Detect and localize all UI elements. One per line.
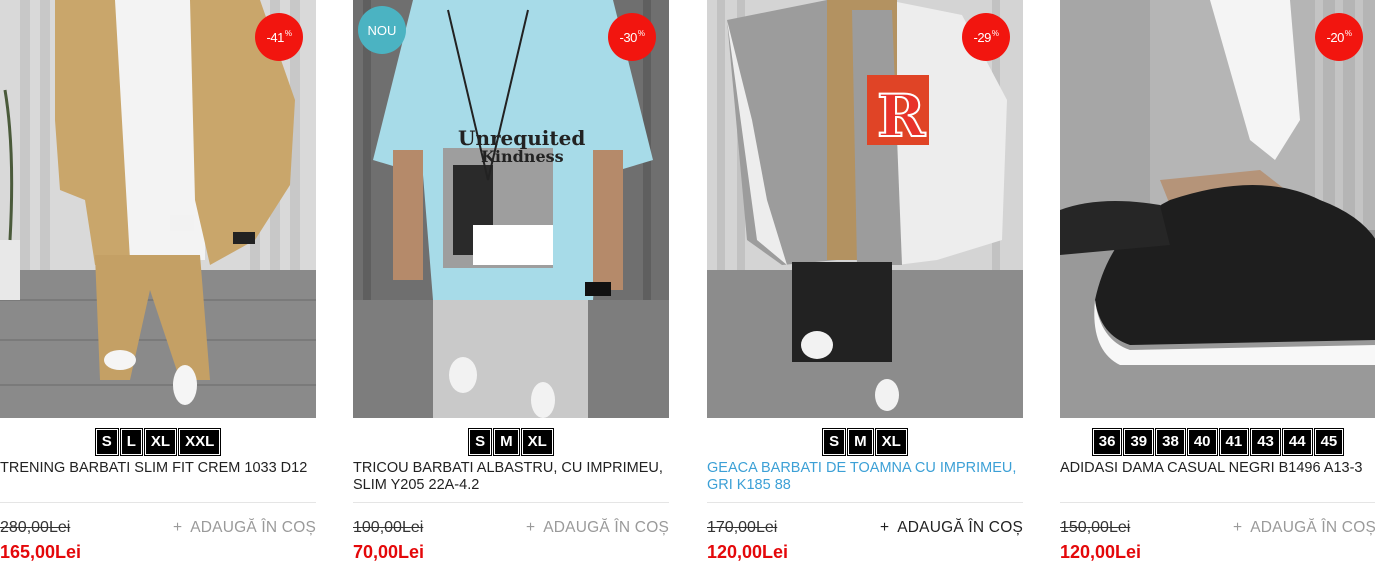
divider: [353, 502, 669, 503]
sale-price: 165,00Lei: [0, 542, 82, 562]
size-options: S L XL XXL: [0, 428, 316, 456]
new-badge: NOU: [358, 6, 406, 54]
size-option[interactable]: 41: [1218, 428, 1250, 456]
plus-icon: +: [1232, 519, 1243, 536]
product-title[interactable]: ADIDASI DAMA CASUAL NEGRI B1496 A13-3: [1060, 460, 1375, 477]
discount-badge: -30%: [608, 13, 656, 61]
discount-badge: -20%: [1315, 13, 1363, 61]
size-option[interactable]: L: [119, 428, 143, 456]
divider: [1060, 502, 1375, 503]
discount-badge: -41%: [255, 13, 303, 61]
size-option[interactable]: XL: [520, 428, 554, 456]
plus-icon: +: [879, 519, 890, 536]
plus-icon: +: [525, 519, 536, 536]
old-price: 150,00Lei: [1060, 519, 1131, 536]
add-to-cart-button[interactable]: + ADAUGĂ ÎN COȘ: [1233, 519, 1375, 537]
product-card[interactable]: -20% 36 39 38 40 41 43 44 45 ADIDASI DAM…: [1060, 0, 1375, 571]
size-option[interactable]: M: [847, 428, 874, 456]
size-options: 36 39 38 40 41 43 44 45: [1060, 428, 1375, 456]
size-option[interactable]: S: [94, 428, 119, 456]
size-option[interactable]: S: [822, 428, 847, 456]
sale-price: 120,00Lei: [1060, 542, 1142, 562]
size-option[interactable]: S: [468, 428, 493, 456]
size-option[interactable]: M: [493, 428, 520, 456]
size-option[interactable]: XL: [874, 428, 908, 456]
jacket-letter: R: [877, 82, 926, 150]
old-price: 100,00Lei: [353, 519, 424, 536]
product-title[interactable]: GEACA BARBATI DE TOAMNA CU IMPRIMEU, GRI…: [707, 460, 1023, 494]
plus-icon: +: [172, 519, 183, 536]
size-option[interactable]: 38: [1155, 428, 1186, 456]
size-option[interactable]: XXL: [178, 428, 222, 456]
size-option[interactable]: 36: [1091, 428, 1123, 456]
sale-price: 70,00Lei: [353, 542, 425, 562]
divider: [707, 502, 1023, 503]
divider: [0, 502, 316, 503]
product-image[interactable]: R: [707, 0, 1023, 418]
product-card[interactable]: -41% S L XL XXL TRENING BARBATI SLIM FIT…: [0, 0, 316, 571]
add-to-cart-button[interactable]: + ADAUGĂ ÎN COȘ: [526, 519, 669, 537]
sale-price: 120,00Lei: [707, 542, 789, 562]
product-image[interactable]: Unrequited Kindness: [353, 0, 669, 418]
size-option[interactable]: 39: [1123, 428, 1155, 456]
add-to-cart-button[interactable]: + ADAUGĂ ÎN COȘ: [173, 519, 316, 537]
product-image[interactable]: [0, 0, 316, 418]
size-option[interactable]: 44: [1281, 428, 1313, 456]
size-option[interactable]: 43: [1250, 428, 1281, 456]
size-option[interactable]: 40: [1186, 428, 1218, 456]
size-option[interactable]: 45: [1313, 428, 1345, 456]
size-options: S M XL: [707, 428, 1023, 456]
old-price: 170,00Lei: [707, 519, 778, 536]
product-title[interactable]: TRICOU BARBATI ALBASTRU, CU IMPRIMEU, SL…: [353, 460, 669, 494]
add-to-cart-button[interactable]: + ADAUGĂ ÎN COȘ: [880, 519, 1023, 537]
product-card[interactable]: R -29% S M XL GEACA BARBATI DE TOAMNA CU…: [707, 0, 1023, 571]
old-price: 280,00Lei: [0, 519, 71, 536]
product-card[interactable]: Unrequited Kindness NOU -30% S M XL TRIC…: [353, 0, 669, 571]
product-title[interactable]: TRENING BARBATI SLIM FIT CREM 1033 D12: [0, 460, 316, 477]
product-image[interactable]: [1060, 0, 1375, 418]
size-option[interactable]: XL: [143, 428, 178, 456]
size-options: S M XL: [353, 428, 669, 456]
discount-badge: -29%: [962, 13, 1010, 61]
